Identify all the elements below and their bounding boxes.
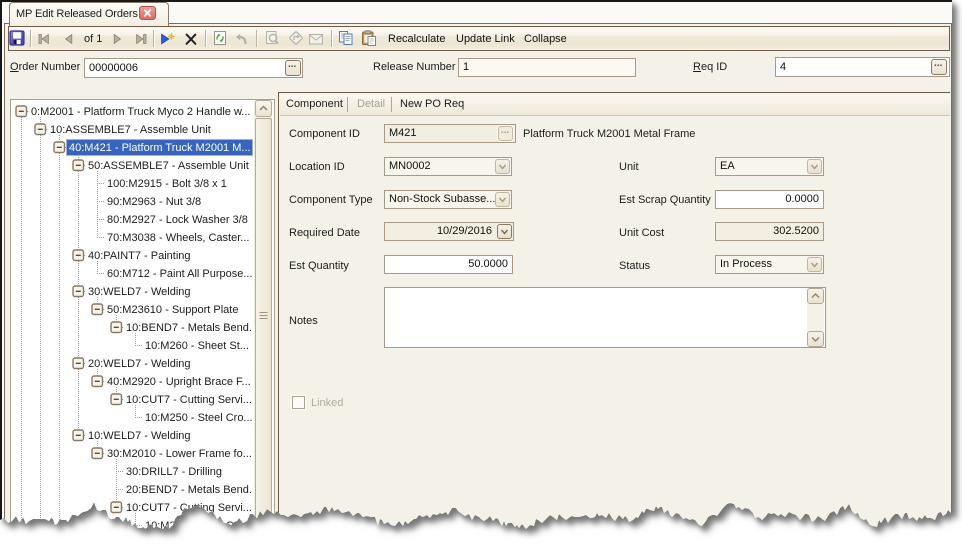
svg-text:10:CUT7 - Cutting Servi...: 10:CUT7 - Cutting Servi...	[126, 394, 252, 406]
svg-text:50:M23610 - Support Plate: 50:M23610 - Support Plate	[107, 304, 238, 316]
svg-text:10:M250 - Steel C...: 10:M250 - Steel C...	[145, 520, 243, 532]
svg-text:100:M2915 - Bolt 3/8 x 1: 100:M2915 - Bolt 3/8 x 1	[107, 178, 227, 190]
svg-text:10:WELD7 - Welding: 10:WELD7 - Welding	[88, 430, 191, 442]
svg-text:40:PAINT7 - Painting: 40:PAINT7 - Painting	[88, 250, 191, 262]
svg-text:10:M250 - Steel Cro...: 10:M250 - Steel Cro...	[145, 412, 253, 424]
svg-text:40:M421 - Platform Truck M2001: 40:M421 - Platform Truck M2001 M...	[69, 142, 251, 154]
svg-text:10:ASSEMBLE7 - Assemble Unit: 10:ASSEMBLE7 - Assemble Unit	[50, 124, 211, 136]
svg-text:10:CUT7 - Cutting Servi...: 10:CUT7 - Cutting Servi...	[126, 502, 252, 514]
svg-text:50:ASSEMBLE7 - Assemble Unit: 50:ASSEMBLE7 - Assemble Unit	[88, 160, 249, 172]
svg-text:0:M2001 - Platform Truck Myco: 0:M2001 - Platform Truck Myco 2 Handle w…	[31, 106, 250, 118]
svg-text:40:M2920 - Upright Brace F...: 40:M2920 - Upright Brace F...	[107, 376, 251, 388]
svg-text:80:M2927 - Lock Washer 3/8: 80:M2927 - Lock Washer 3/8	[107, 214, 248, 226]
svg-text:30:M2010 - Lower Frame fo...: 30:M2010 - Lower Frame fo...	[107, 448, 252, 460]
svg-text:70:M3038 - Wheels, Caster...: 70:M3038 - Wheels, Caster...	[107, 232, 249, 244]
svg-text:60:M712 - Paint All Purpose...: 60:M712 - Paint All Purpose...	[107, 268, 253, 280]
svg-text:10:BEND7 - Metals Bend...: 10:BEND7 - Metals Bend...	[126, 322, 253, 334]
svg-text:20:WELD7 - Welding: 20:WELD7 - Welding	[88, 358, 191, 370]
svg-text:90:M2963 - Nut 3/8: 90:M2963 - Nut 3/8	[107, 196, 201, 208]
svg-text:20:BEND7 - Metals Bend...: 20:BEND7 - Metals Bend...	[126, 484, 253, 496]
svg-text:30:WELD7 - Welding: 30:WELD7 - Welding	[88, 286, 191, 298]
svg-text:10:M260 - Sheet St...: 10:M260 - Sheet St...	[145, 340, 249, 352]
svg-text:30:DRILL7 - Drilling: 30:DRILL7 - Drilling	[126, 466, 222, 478]
